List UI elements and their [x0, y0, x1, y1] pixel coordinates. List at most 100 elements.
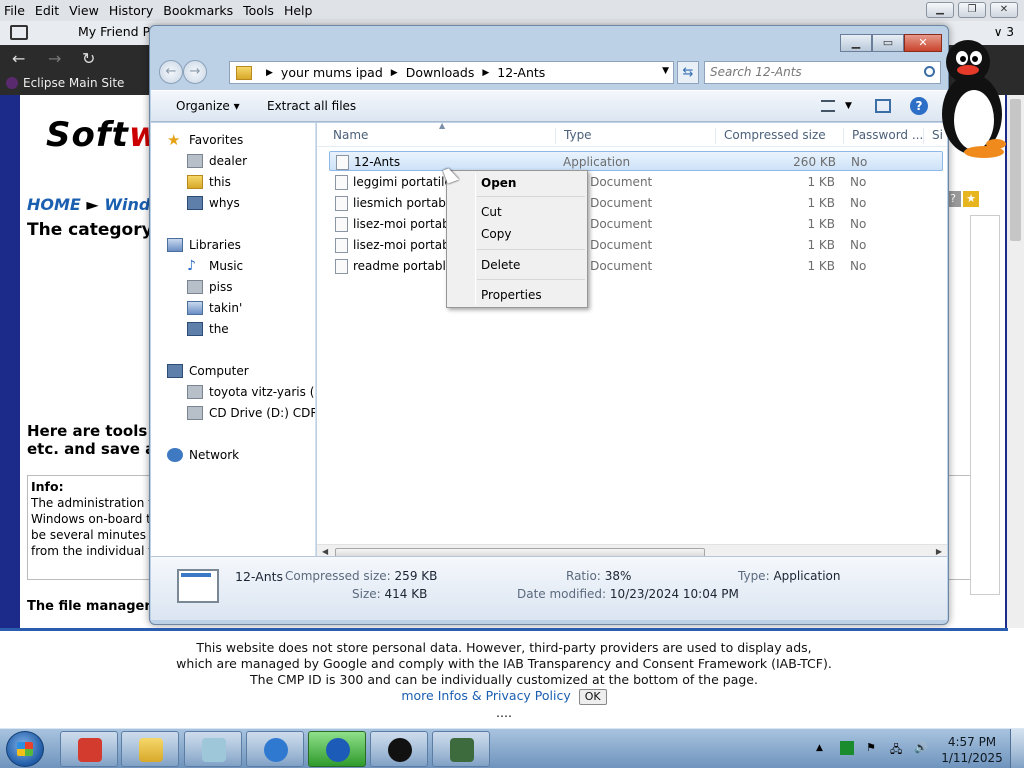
chevron-down-icon[interactable]: ▼	[662, 66, 669, 76]
taskbar-app-winrar[interactable]	[60, 731, 118, 767]
restore-button[interactable]: ❐	[958, 2, 986, 18]
nav-item-this[interactable]: this	[187, 175, 231, 189]
tray-expand-icon[interactable]: ▲	[816, 743, 830, 757]
navigation-pane: ★ Favorites dealer this whys Libraries ♪ M…	[151, 123, 316, 556]
application-icon	[336, 155, 349, 170]
nav-item-drive-d[interactable]: CD Drive (D:) CDROI	[187, 406, 315, 420]
action-center-flag-icon[interactable]: ⚑	[866, 741, 880, 755]
nav-libraries[interactable]: Libraries	[167, 238, 241, 252]
taskbar-app-explorer[interactable]	[121, 731, 179, 767]
chevron-down-icon[interactable]: ▼	[845, 101, 852, 111]
clock[interactable]: 4:57 PM 1/11/2025	[940, 734, 1004, 766]
menu-history[interactable]: History	[109, 3, 153, 18]
menu-help[interactable]: Help	[284, 3, 313, 18]
crumb-home[interactable]: HOME	[27, 195, 81, 214]
site-logo[interactable]: Softw	[46, 115, 161, 155]
bookmark-eclipse[interactable]: Eclipse Main Site	[6, 76, 124, 90]
volume-icon[interactable]: 🔊	[914, 741, 928, 755]
nav-item-the[interactable]: the	[187, 322, 229, 336]
scroll-left-icon[interactable]: ◀	[322, 547, 328, 556]
organize-button[interactable]: Organize ▾	[176, 99, 240, 113]
star-badge-icon[interactable]: ★	[963, 191, 979, 207]
tab-active[interactable]: My Friend Pi	[58, 24, 153, 39]
page-scrollbar[interactable]	[1007, 95, 1024, 628]
path-segment[interactable]: your mums ipad	[281, 65, 383, 80]
tab-list-icon[interactable]	[10, 25, 28, 40]
column-type[interactable]: Type	[555, 128, 592, 144]
column-compressed-size[interactable]: Compressed size	[715, 128, 826, 144]
menu-file[interactable]: File	[4, 3, 25, 18]
menu-edit[interactable]: Edit	[35, 3, 59, 18]
path-segment[interactable]: Downloads	[406, 65, 475, 80]
refresh-icon[interactable]: ⇆	[677, 61, 699, 84]
menu-item-delete[interactable]: Delete	[481, 258, 520, 272]
libraries-icon	[167, 238, 183, 252]
start-button[interactable]	[6, 731, 44, 767]
maximize-button[interactable]: ▭	[872, 34, 904, 52]
scroll-right-icon[interactable]: ▶	[936, 547, 942, 556]
taskbar-app-penguin[interactable]	[370, 731, 428, 767]
window-caption[interactable]: ▁ ▭ ✕	[150, 26, 948, 58]
search-placeholder: Search 12-Ants	[710, 65, 802, 79]
menu-item-copy[interactable]: Copy	[481, 227, 511, 241]
back-button[interactable]: ←	[159, 60, 183, 84]
extract-all-button[interactable]: Extract all files	[267, 99, 356, 113]
file-row[interactable]: liesmich portable und install Text Docum…	[329, 193, 943, 213]
taskbar-app-notes[interactable]	[184, 731, 242, 767]
taskbar: ▲ ⚑ 🖧 🔊 4:57 PM 1/11/2025	[0, 728, 1024, 768]
minimize-button[interactable]: ▁	[840, 34, 872, 52]
menu-view[interactable]: View	[69, 3, 99, 18]
nav-item-piss[interactable]: piss	[187, 280, 232, 294]
taskbar-app-remote[interactable]	[432, 731, 490, 767]
cookie-more-dots[interactable]: ....	[0, 705, 1008, 721]
file-type: Application	[563, 155, 631, 169]
nav-network[interactable]: Network	[167, 448, 239, 462]
nav-label: takin'	[209, 301, 243, 315]
address-bar[interactable]: ▶ your mums ipad ▶ Downloads ▶ 12-Ants ▼	[229, 61, 674, 84]
menu-bookmarks[interactable]: Bookmarks	[163, 3, 233, 18]
column-name[interactable]: Name	[325, 128, 368, 144]
file-row[interactable]: leggimi portatile e installare Text Docu…	[329, 172, 943, 192]
chevron-right-icon[interactable]: ▶	[266, 68, 273, 78]
forward-arrow-icon[interactable]: →	[48, 49, 61, 68]
chevron-right-icon[interactable]: ▶	[482, 68, 489, 78]
tray-app-icon[interactable]	[840, 741, 854, 755]
privacy-policy-link[interactable]: more Infos & Privacy Policy	[401, 688, 570, 703]
nav-favorites[interactable]: ★ Favorites	[167, 133, 243, 148]
show-desktop-button[interactable]	[1010, 729, 1024, 768]
file-row[interactable]: readme portable and install Text Documen…	[329, 256, 943, 276]
nav-item-dealer[interactable]: dealer	[187, 154, 247, 168]
nav-item-drive-c[interactable]: toyota vitz-yaris (sar	[187, 385, 315, 399]
file-row[interactable]: 12-Ants Application 260 KB No	[329, 151, 943, 171]
scrollbar-thumb[interactable]	[1010, 99, 1021, 241]
preview-pane-icon[interactable]	[875, 99, 891, 113]
remote-desktop-icon	[450, 738, 474, 762]
network-icon[interactable]: 🖧	[890, 741, 904, 756]
menu-item-cut[interactable]: Cut	[481, 205, 502, 219]
nav-item-whys[interactable]: whys	[187, 196, 240, 210]
menu-tools[interactable]: Tools	[243, 3, 274, 18]
search-input[interactable]: Search 12-Ants	[704, 61, 941, 84]
close-button[interactable]: ✕	[990, 2, 1018, 18]
file-row[interactable]: lisez-moi portable et installer-1 Text D…	[329, 235, 943, 255]
forward-button[interactable]: →	[183, 60, 207, 84]
minimize-button[interactable]: ▁	[926, 2, 954, 18]
menu-item-properties[interactable]: Properties	[481, 288, 542, 302]
cookie-ok-button[interactable]: OK	[578, 689, 607, 705]
menu-item-open[interactable]: Open	[481, 176, 516, 190]
file-row[interactable]: lisez-moi portable et installer Text Doc…	[329, 214, 943, 234]
eclipse-icon	[6, 77, 18, 89]
column-password[interactable]: Password ...	[843, 128, 923, 144]
help-icon[interactable]: ?	[910, 97, 928, 115]
view-options-icon[interactable]	[821, 100, 835, 112]
chevron-right-icon[interactable]: ▶	[391, 68, 398, 78]
path-segment[interactable]: 12-Ants	[497, 65, 545, 80]
reload-icon[interactable]: ↻	[82, 49, 95, 68]
back-arrow-icon[interactable]: ←	[12, 49, 25, 68]
nav-item-takin[interactable]: takin'	[187, 301, 242, 315]
nav-item-music[interactable]: ♪ Music	[187, 259, 243, 273]
nav-computer[interactable]: Computer	[167, 364, 249, 378]
taskbar-app-browser[interactable]	[308, 731, 366, 767]
taskbar-app-ie[interactable]	[246, 731, 304, 767]
search-icon[interactable]	[924, 66, 935, 77]
